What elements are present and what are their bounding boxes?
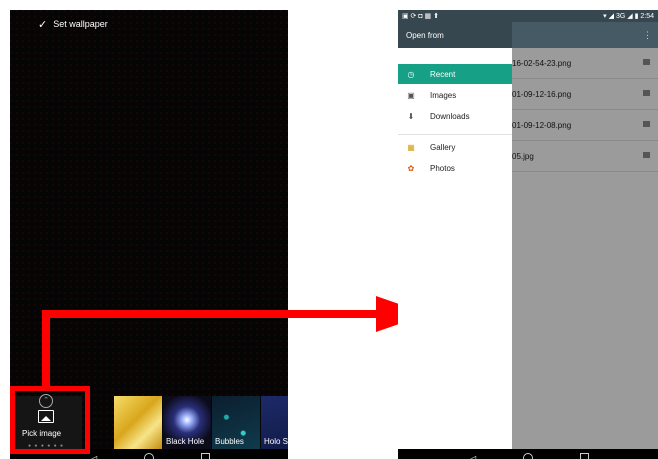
annotation-arrow-shaft [42, 310, 378, 318]
wallpaper-tile-black-hole[interactable]: Black Hole [163, 396, 211, 449]
image-icon: ▣ [407, 90, 415, 100]
photos-icon: ✿ [407, 163, 415, 173]
open-from-screen: ▣ ⟳ ◘ ▦ ⬆ ▾ ◢ 3G ◢ ▮ 2:54 ⋮ 16-02-54-23.… [398, 10, 658, 459]
nav-bar: ◁ [398, 449, 658, 459]
gallery-icon: ▦ [407, 142, 415, 152]
home-icon[interactable] [135, 452, 163, 459]
download-icon: ⬇ [407, 111, 415, 121]
drawer-item-label: Photos [430, 163, 455, 173]
drawer-item-label: Images [430, 90, 457, 100]
wallpaper-label: Bubbles [215, 437, 244, 446]
image-file-icon [643, 59, 650, 65]
file-row[interactable]: 01-09-12-08.png [512, 110, 658, 141]
image-file-icon [643, 121, 650, 127]
file-row[interactable]: 01-09-12-16.png [512, 79, 658, 110]
drawer-item-gallery[interactable]: ▦ Gallery [398, 137, 512, 157]
image-file-icon [643, 90, 650, 96]
files-toolbar [512, 22, 658, 48]
status-bar: ▣ ⟳ ◘ ▦ ⬆ ▾ ◢ 3G ◢ ▮ 2:54 [398, 10, 658, 22]
wallpaper-label: Black Hole [166, 437, 205, 446]
status-right-text: ▾ ◢ 3G ◢ ▮ 2:54 [603, 13, 654, 20]
drawer-item-label: Gallery [430, 142, 456, 152]
home-icon[interactable] [514, 452, 542, 459]
set-wallpaper-label: Set wallpaper [53, 19, 108, 29]
navigation-drawer: Open from ◷ Recent ▣ Images ⬇ Downloads … [398, 22, 512, 449]
drawer-item-label: Downloads [430, 111, 470, 121]
check-icon: ✓ [38, 18, 48, 31]
annotation-arrow-stem [42, 310, 50, 386]
file-name: 01-09-12-08.png [512, 120, 572, 130]
drawer-divider [398, 134, 512, 135]
annotation-highlight-box [10, 386, 90, 454]
drawer-item-recent[interactable]: ◷ Recent [398, 64, 512, 84]
file-name: 05.jpg [512, 151, 534, 161]
image-file-icon [643, 152, 650, 158]
back-icon[interactable]: ◁ [458, 453, 486, 459]
wallpaper-tile-gold[interactable] [114, 396, 162, 449]
drawer-item-label: Recent [430, 69, 456, 79]
drawer-title: Open from [398, 22, 512, 48]
file-row[interactable]: 05.jpg [512, 141, 658, 172]
wallpaper-tile-bubbles[interactable]: Bubbles [212, 396, 260, 449]
file-row[interactable]: 16-02-54-23.png [512, 48, 658, 79]
recents-icon[interactable] [191, 453, 219, 459]
more-options-icon[interactable]: ⋮ [643, 30, 652, 41]
wallpaper-label: Holo Sp [264, 437, 288, 446]
status-left-icons: ▣ ⟳ ◘ ▦ ⬆ [402, 13, 439, 20]
drawer-item-images[interactable]: ▣ Images [398, 85, 512, 105]
file-name: 16-02-54-23.png [512, 58, 572, 68]
file-name: 01-09-12-16.png [512, 89, 572, 99]
set-wallpaper-bar[interactable]: ✓ Set wallpaper [10, 10, 288, 38]
drawer-item-downloads[interactable]: ⬇ Downloads [398, 106, 512, 126]
drawer-item-photos[interactable]: ✿ Photos [398, 158, 512, 178]
wallpaper-tile-holo[interactable]: Holo Sp [261, 396, 288, 449]
clock-icon: ◷ [407, 69, 415, 79]
recents-icon[interactable] [570, 453, 598, 459]
